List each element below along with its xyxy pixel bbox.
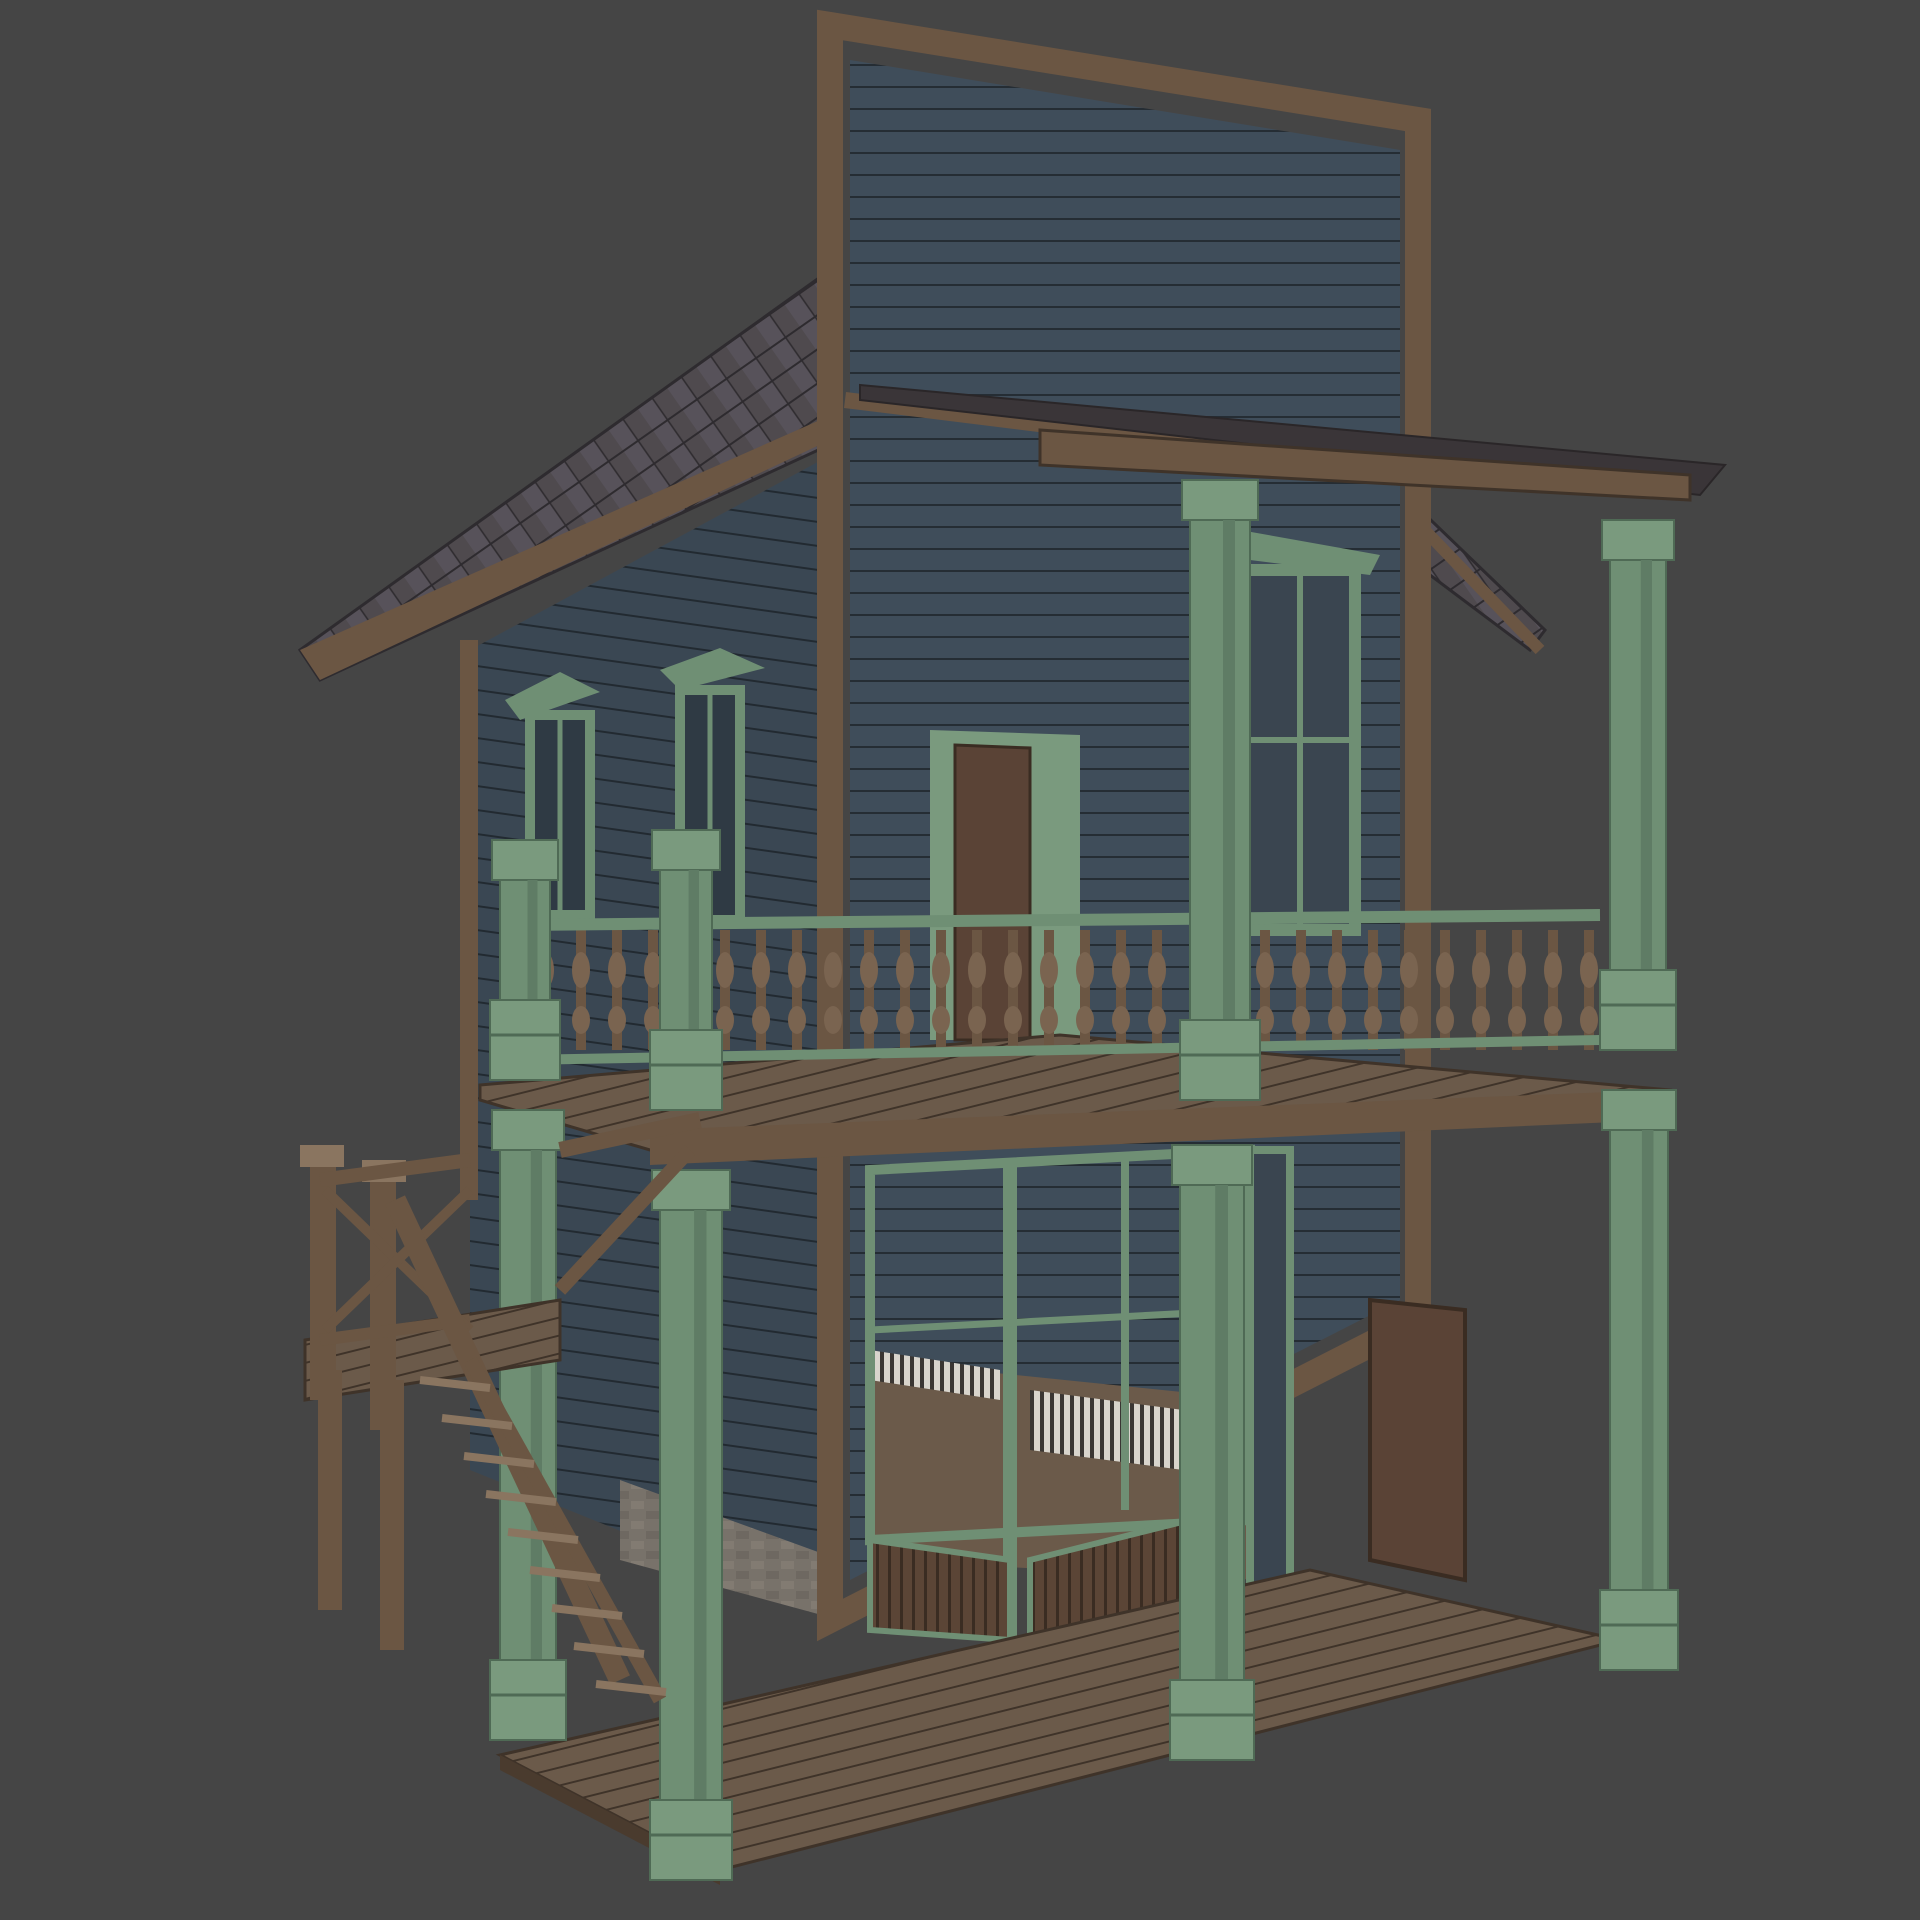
western-building-render <box>297 9 1727 1885</box>
porch-column <box>649 829 723 1111</box>
baluster <box>1508 930 1526 1050</box>
porch-column <box>1599 519 1677 1051</box>
ground-entry-door <box>1246 1146 1294 1604</box>
porch-column <box>1599 1089 1679 1671</box>
baluster <box>1544 930 1562 1050</box>
porch-column <box>649 1169 733 1881</box>
ground-side-door <box>1368 1297 1467 1583</box>
upper-right-window <box>1239 530 1380 936</box>
porch-column <box>1169 1144 1255 1761</box>
baluster <box>1436 930 1454 1050</box>
render-viewport <box>0 0 1920 1920</box>
baluster <box>1472 930 1490 1050</box>
baluster <box>1580 930 1598 1050</box>
porch-column <box>1179 479 1261 1101</box>
upper-door <box>930 730 1080 1042</box>
porch-column <box>489 839 561 1081</box>
